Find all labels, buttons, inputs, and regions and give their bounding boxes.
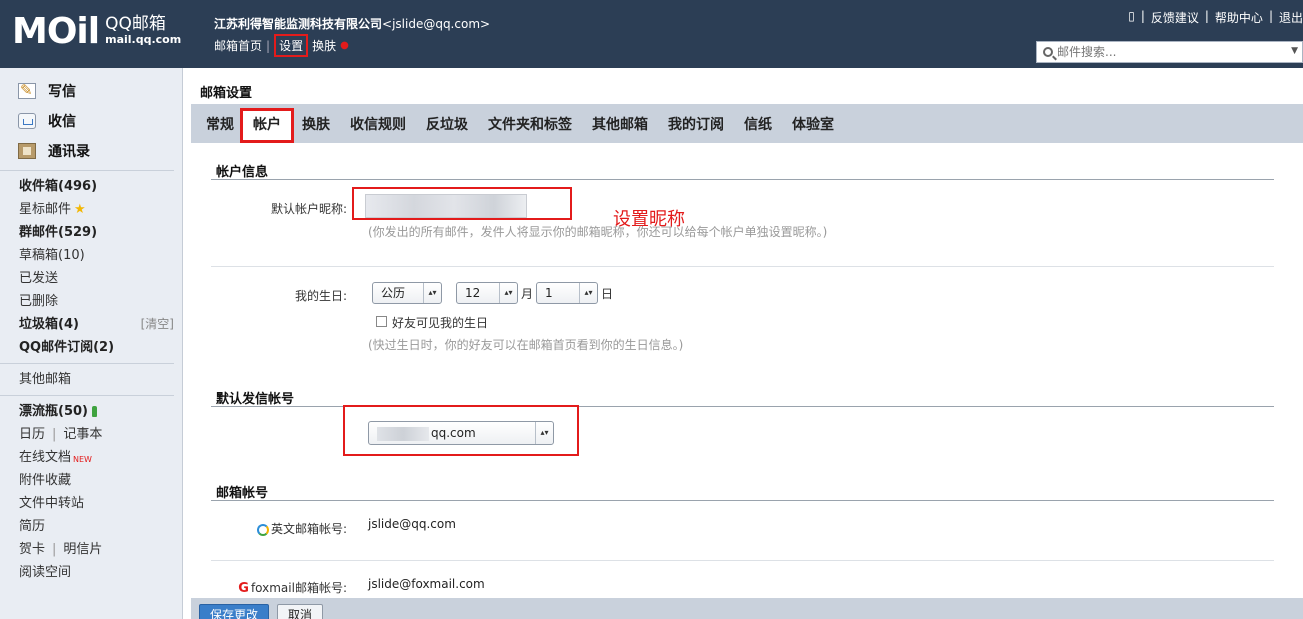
nav-home-link[interactable]: 邮箱首页 bbox=[214, 37, 262, 54]
folder-drafts[interactable]: 草稿箱(10) bbox=[19, 244, 182, 267]
nav-settings-link[interactable]: 设置 bbox=[274, 34, 309, 57]
star-icon: ★ bbox=[74, 202, 86, 217]
section-mail-accounts: 邮箱帐号 bbox=[216, 486, 269, 501]
card-postcard-row: 贺卡 | 明信片 bbox=[19, 538, 182, 561]
search-icon bbox=[1043, 47, 1053, 57]
calendar-notes-row: 日历 | 记事本 bbox=[19, 423, 182, 446]
help-link[interactable]: 帮助中心 bbox=[1215, 9, 1263, 26]
clear-spam-link[interactable]: [清空] bbox=[141, 313, 174, 336]
header: MOil QQ邮箱 mail.qq.com 江苏利得智能监测科技有限公司<jsl… bbox=[0, 0, 1303, 68]
tab-mail-rules[interactable]: 收信规则 bbox=[350, 114, 406, 134]
english-account-value: jslide@qq.com bbox=[368, 517, 456, 531]
search-input[interactable] bbox=[1057, 45, 1277, 59]
logo[interactable]: MOil QQ邮箱 mail.qq.com bbox=[12, 12, 181, 52]
new-dot-icon: ● bbox=[340, 40, 349, 51]
birthday-label: 我的生日: bbox=[294, 289, 347, 303]
save-button[interactable]: 保存更改 bbox=[199, 604, 270, 619]
tab-folders-labels[interactable]: 文件夹和标签 bbox=[488, 114, 572, 134]
main-panel: 邮箱设置 常规 帐户 换肤 收信规则 反垃圾 文件夹和标签 其他邮箱 我的订阅 … bbox=[184, 68, 1303, 619]
updown-icon: ▴▾ bbox=[579, 283, 597, 303]
calendar-link[interactable]: 日历 bbox=[19, 423, 45, 446]
folder-group[interactable]: 群邮件(529) bbox=[19, 221, 182, 244]
search-dropdown-icon[interactable]: ▼ bbox=[1291, 46, 1298, 56]
docs-link[interactable]: 在线文档 NEW bbox=[19, 446, 182, 469]
folder-inbox[interactable]: 收件箱(496) bbox=[19, 175, 182, 198]
postcard-link[interactable]: 明信片 bbox=[63, 538, 102, 561]
reading-link[interactable]: 阅读空间 bbox=[19, 561, 182, 584]
file-transfer-link[interactable]: 文件中转站 bbox=[19, 492, 182, 515]
settings-tabbar: 常规 帐户 换肤 收信规则 反垃圾 文件夹和标签 其他邮箱 我的订阅 信纸 体验… bbox=[191, 104, 1303, 143]
logo-cn-text: QQ邮箱 bbox=[105, 14, 166, 34]
settings-content: 帐户信息 默认帐户昵称: 设置昵称 (你发出的所有邮件，发件人将显示你的邮箱昵称… bbox=[191, 143, 1303, 613]
section-default-sender: 默认发信帐号 bbox=[216, 392, 295, 407]
bottle-icon bbox=[91, 406, 97, 417]
birthday-hint: (快过生日时，你的好友可以在邮箱首页看到你的生日信息。) bbox=[368, 338, 684, 352]
compose-button[interactable]: 写信 bbox=[18, 76, 182, 106]
day-unit: 日 bbox=[601, 287, 614, 301]
other-mailbox-link[interactable]: 其他邮箱 bbox=[19, 368, 182, 391]
logo-domain-text: mail.qq.com bbox=[105, 33, 182, 46]
account-info: 江苏利得智能监测科技有限公司<jslide@qq.com> bbox=[214, 15, 490, 32]
nickname-hint: (你发出的所有邮件，发件人将显示你的邮箱昵称，你还可以给每个帐户单独设置昵称。) bbox=[368, 225, 828, 239]
tab-lab[interactable]: 体验室 bbox=[792, 114, 834, 134]
tab-general[interactable]: 常规 bbox=[206, 114, 234, 134]
attachments-link[interactable]: 附件收藏 bbox=[19, 469, 182, 492]
tab-subscriptions[interactable]: 我的订阅 bbox=[668, 114, 724, 134]
account-email: <jslide@qq.com> bbox=[382, 17, 491, 31]
folder-starred[interactable]: 星标邮件 ★ bbox=[19, 198, 182, 221]
logo-mail-text: MOil bbox=[12, 11, 100, 52]
folder-subscription[interactable]: QQ邮件订阅(2) bbox=[19, 336, 182, 359]
birthday-visible-checkbox[interactable] bbox=[376, 316, 387, 327]
bottle-link[interactable]: 漂流瓶(50) bbox=[19, 400, 182, 423]
card-link[interactable]: 贺卡 bbox=[19, 538, 45, 561]
tab-stationery[interactable]: 信纸 bbox=[744, 114, 772, 134]
foxmail-account-value: jslide@foxmail.com bbox=[368, 577, 485, 591]
logout-link[interactable]: 退出 bbox=[1279, 9, 1303, 26]
foxmail-account-label: Gfoxmail邮箱帐号: bbox=[238, 580, 347, 596]
button-bar: 保存更改 取消 bbox=[191, 598, 1303, 619]
qq-icon bbox=[256, 523, 269, 536]
english-account-label: 英文邮箱帐号: bbox=[231, 520, 347, 537]
contacts-button[interactable]: 通讯录 bbox=[18, 136, 182, 166]
calendar-type-select[interactable]: 公历 ▴▾ bbox=[372, 282, 442, 304]
month-select[interactable]: 12 ▴▾ bbox=[456, 282, 518, 304]
folder-sent[interactable]: 已发送 bbox=[19, 267, 182, 290]
search-box[interactable]: ▼ bbox=[1036, 41, 1303, 63]
folder-spam[interactable]: 垃圾箱(4) [清空] bbox=[19, 313, 182, 336]
updown-icon: ▴▾ bbox=[423, 283, 441, 303]
page-title: 邮箱设置 bbox=[200, 86, 253, 101]
tab-skin[interactable]: 换肤 bbox=[302, 114, 330, 134]
new-badge: NEW bbox=[73, 455, 92, 464]
tab-other-mailbox[interactable]: 其他邮箱 bbox=[592, 114, 648, 134]
top-nav: 邮箱首页 | 设置 换肤 ● bbox=[214, 34, 349, 57]
nickname-label: 默认帐户昵称: bbox=[270, 202, 347, 216]
tab-account[interactable]: 帐户 bbox=[240, 108, 294, 143]
receive-button[interactable]: 收信 bbox=[18, 106, 182, 136]
highlight-box-sender bbox=[343, 405, 579, 456]
sidebar: 写信 收信 通讯录 收件箱(496) 星标邮件★ 群邮件(529) 草稿箱(10… bbox=[0, 68, 183, 619]
feedback-link[interactable]: 反馈建议 bbox=[1151, 9, 1199, 26]
cancel-button[interactable]: 取消 bbox=[277, 604, 324, 619]
resume-link[interactable]: 简历 bbox=[19, 515, 182, 538]
foxmail-icon: G bbox=[238, 580, 249, 596]
pen-icon bbox=[18, 81, 36, 99]
nav-skin-link[interactable]: 换肤 bbox=[312, 37, 336, 54]
day-select[interactable]: 1 ▴▾ bbox=[536, 282, 598, 304]
folder-deleted[interactable]: 已删除 bbox=[19, 290, 182, 313]
account-name: 江苏利得智能监测科技有限公司 bbox=[214, 17, 383, 31]
top-links: ▯ | 反馈建议 | 帮助中心 | 退出 bbox=[1128, 9, 1303, 26]
contacts-icon bbox=[18, 143, 36, 159]
highlight-box-nickname bbox=[352, 187, 572, 220]
tab-antispam[interactable]: 反垃圾 bbox=[426, 114, 468, 134]
birthday-visible-label[interactable]: 好友可见我的生日 bbox=[392, 314, 488, 331]
inbox-icon bbox=[18, 113, 36, 129]
notes-link[interactable]: 记事本 bbox=[63, 423, 102, 446]
updown-icon: ▴▾ bbox=[499, 283, 517, 303]
phone-icon[interactable]: ▯ bbox=[1128, 9, 1135, 26]
section-account-info: 帐户信息 bbox=[216, 165, 269, 180]
month-unit: 月 bbox=[521, 287, 534, 301]
